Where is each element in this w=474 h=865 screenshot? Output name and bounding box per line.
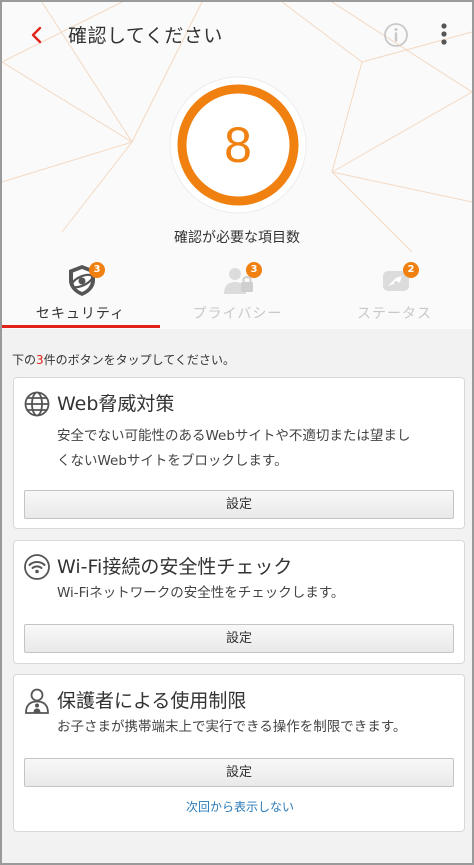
wifi-icon [24, 554, 50, 580]
info-button[interactable] [382, 21, 410, 49]
wifi-check-settings-button[interactable]: 設定 [24, 624, 454, 653]
issue-count: 8 [224, 117, 252, 173]
dont-show-again-link[interactable]: 次回から表示しない [14, 798, 466, 815]
card-web-threat: Web脅威対策 安全でない可能性のあるWebサイトや不適切または望まし くないW… [13, 377, 465, 529]
card-parental-control: 保護者による使用制限 お子さまが携帯端末上で実行できる操作を制限できます。 設定… [13, 674, 465, 832]
tab-privacy[interactable]: 3 プライバシー [159, 254, 316, 329]
card-wifi-check: Wi-Fi接続の安全性チェック Wi-Fiネットワークの安全性をチェックします。… [13, 540, 465, 664]
tab-label: セキュリティ [35, 306, 126, 322]
tab-status[interactable]: 2 ステータス [316, 254, 472, 329]
card-title: 保護者による使用制限 [57, 690, 247, 712]
globe-icon [24, 391, 50, 417]
card-title: Web脅威対策 [57, 393, 175, 415]
card-description: お子さまが携帯端末上で実行できる操作を制限できます。 [57, 715, 457, 740]
tab-label: ステータス [357, 306, 432, 322]
instruction-suffix: 件のボタンをタップしてください。 [43, 353, 235, 367]
page-title: 確認してください [68, 25, 223, 47]
tab-label: プライバシー [192, 306, 283, 322]
active-tab-indicator [2, 325, 160, 328]
tab-security[interactable]: 3 セキュリティ [2, 254, 159, 329]
tab-badge: 3 [246, 262, 262, 278]
back-button[interactable] [22, 20, 52, 50]
card-description-line: お子さまが携帯端末上で実行できる操作を制限できます。 [57, 719, 407, 735]
parental-icon [25, 688, 49, 714]
card-description: 安全でない可能性のあるWebサイトや不適切または望まし くないWebサイトをブロ… [57, 424, 457, 474]
card-description-line: くないWebサイトをブロックします。 [57, 453, 288, 469]
parental-control-settings-button[interactable]: 設定 [24, 758, 454, 787]
more-menu-button[interactable] [434, 19, 454, 49]
app-bar: 確認してください [2, 2, 472, 66]
card-description: Wi-Fiネットワークの安全性をチェックします。 [57, 581, 457, 606]
category-tabs: 3 セキュリティ 3 プライバシー 2 ステータス [2, 254, 472, 329]
tab-badge: 3 [89, 262, 105, 278]
chevron-left-icon [31, 26, 42, 44]
card-description-line: 安全でない可能性のあるWebサイトや不適切または望まし [57, 428, 411, 444]
instruction-text: 下の3件のボタンをタップしてください。 [12, 351, 235, 368]
card-title: Wi-Fi接続の安全性チェック [57, 556, 293, 578]
info-icon [384, 23, 408, 47]
header-area: 確認してください 8 確認が必要な項目数 3 セキュリティ 3 プライバシー 2… [2, 2, 472, 329]
instruction-count: 3 [36, 353, 44, 367]
instruction-prefix: 下の [12, 353, 37, 367]
web-threat-settings-button[interactable]: 設定 [24, 490, 454, 519]
issue-count-caption: 確認が必要な項目数 [174, 230, 300, 246]
more-vert-icon [441, 23, 447, 45]
app-screen: 確認してください 8 確認が必要な項目数 3 セキュリティ 3 プライバシー 2… [0, 0, 474, 865]
card-description-line: Wi-Fiネットワークの安全性をチェックします。 [57, 585, 345, 601]
tab-badge: 2 [403, 262, 419, 278]
